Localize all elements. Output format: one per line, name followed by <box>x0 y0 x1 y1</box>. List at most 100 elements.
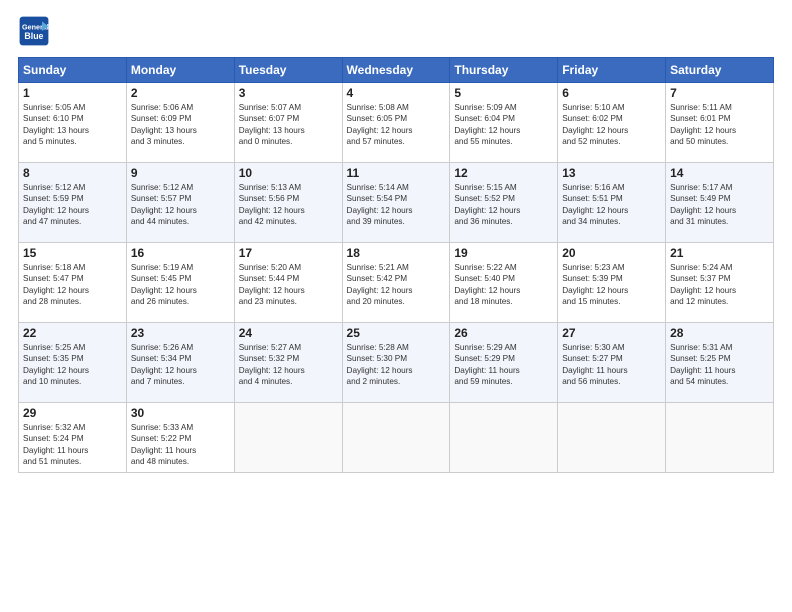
day-number: 15 <box>23 246 122 260</box>
day-cell: 26 Sunrise: 5:29 AM Sunset: 5:29 PM Dayli… <box>450 323 558 403</box>
col-header-friday: Friday <box>558 58 666 83</box>
day-cell: 30 Sunrise: 5:33 AM Sunset: 5:22 PM Dayli… <box>126 403 234 473</box>
day-detail: Sunrise: 5:11 AM Sunset: 6:01 PM Dayligh… <box>670 102 769 148</box>
day-cell: 20 Sunrise: 5:23 AM Sunset: 5:39 PM Dayli… <box>558 243 666 323</box>
week-row-4: 22 Sunrise: 5:25 AM Sunset: 5:35 PM Dayli… <box>19 323 774 403</box>
day-detail: Sunrise: 5:12 AM Sunset: 5:59 PM Dayligh… <box>23 182 122 228</box>
day-number: 20 <box>562 246 661 260</box>
day-cell: 22 Sunrise: 5:25 AM Sunset: 5:35 PM Dayli… <box>19 323 127 403</box>
day-detail: Sunrise: 5:27 AM Sunset: 5:32 PM Dayligh… <box>239 342 338 388</box>
day-number: 2 <box>131 86 230 100</box>
day-cell: 10 Sunrise: 5:13 AM Sunset: 5:56 PM Dayli… <box>234 163 342 243</box>
day-number: 28 <box>670 326 769 340</box>
day-detail: Sunrise: 5:15 AM Sunset: 5:52 PM Dayligh… <box>454 182 553 228</box>
day-detail: Sunrise: 5:12 AM Sunset: 5:57 PM Dayligh… <box>131 182 230 228</box>
day-cell: 28 Sunrise: 5:31 AM Sunset: 5:25 PM Dayli… <box>666 323 774 403</box>
day-number: 4 <box>347 86 446 100</box>
day-number: 22 <box>23 326 122 340</box>
day-cell: 25 Sunrise: 5:28 AM Sunset: 5:30 PM Dayli… <box>342 323 450 403</box>
day-cell: 23 Sunrise: 5:26 AM Sunset: 5:34 PM Dayli… <box>126 323 234 403</box>
day-cell <box>666 403 774 473</box>
day-detail: Sunrise: 5:21 AM Sunset: 5:42 PM Dayligh… <box>347 262 446 308</box>
col-header-monday: Monday <box>126 58 234 83</box>
day-detail: Sunrise: 5:31 AM Sunset: 5:25 PM Dayligh… <box>670 342 769 388</box>
day-cell: 18 Sunrise: 5:21 AM Sunset: 5:42 PM Dayli… <box>342 243 450 323</box>
day-cell: 6Sunrise: 5:10 AM Sunset: 6:02 PM Daylig… <box>558 83 666 163</box>
week-row-3: 15 Sunrise: 5:18 AM Sunset: 5:47 PM Dayli… <box>19 243 774 323</box>
day-cell: 2 Sunrise: 5:06 AM Sunset: 6:09 PM Daylig… <box>126 83 234 163</box>
day-detail: Sunrise: 5:22 AM Sunset: 5:40 PM Dayligh… <box>454 262 553 308</box>
day-number: 3 <box>239 86 338 100</box>
day-detail: Sunrise: 5:07 AM Sunset: 6:07 PM Dayligh… <box>239 102 338 148</box>
col-header-saturday: Saturday <box>666 58 774 83</box>
day-cell: 17 Sunrise: 5:20 AM Sunset: 5:44 PM Dayli… <box>234 243 342 323</box>
day-detail: Sunrise: 5:16 AM Sunset: 5:51 PM Dayligh… <box>562 182 661 228</box>
day-cell: 4 Sunrise: 5:08 AM Sunset: 6:05 PM Daylig… <box>342 83 450 163</box>
day-number: 14 <box>670 166 769 180</box>
logo-icon: General Blue <box>18 15 50 47</box>
day-detail: Sunrise: 5:28 AM Sunset: 5:30 PM Dayligh… <box>347 342 446 388</box>
day-number: 7 <box>670 86 769 100</box>
day-number: 19 <box>454 246 553 260</box>
header-area: General Blue <box>18 15 774 47</box>
day-number: 16 <box>131 246 230 260</box>
day-number: 30 <box>131 406 230 420</box>
day-detail: Sunrise: 5:05 AM Sunset: 6:10 PM Dayligh… <box>23 102 122 148</box>
day-detail: Sunrise: 5:24 AM Sunset: 5:37 PM Dayligh… <box>670 262 769 308</box>
week-row-1: 1 Sunrise: 5:05 AM Sunset: 6:10 PM Daylig… <box>19 83 774 163</box>
day-cell: 12Sunrise: 5:15 AM Sunset: 5:52 PM Dayli… <box>450 163 558 243</box>
day-cell: 5 Sunrise: 5:09 AM Sunset: 6:04 PM Daylig… <box>450 83 558 163</box>
day-detail: Sunrise: 5:06 AM Sunset: 6:09 PM Dayligh… <box>131 102 230 148</box>
day-detail: Sunrise: 5:13 AM Sunset: 5:56 PM Dayligh… <box>239 182 338 228</box>
day-detail: Sunrise: 5:23 AM Sunset: 5:39 PM Dayligh… <box>562 262 661 308</box>
day-number: 29 <box>23 406 122 420</box>
day-cell: 27Sunrise: 5:30 AM Sunset: 5:27 PM Dayli… <box>558 323 666 403</box>
day-detail: Sunrise: 5:18 AM Sunset: 5:47 PM Dayligh… <box>23 262 122 308</box>
day-number: 17 <box>239 246 338 260</box>
day-cell: 21 Sunrise: 5:24 AM Sunset: 5:37 PM Dayli… <box>666 243 774 323</box>
day-cell: 11 Sunrise: 5:14 AM Sunset: 5:54 PM Dayli… <box>342 163 450 243</box>
svg-text:Blue: Blue <box>24 31 43 41</box>
week-row-2: 8 Sunrise: 5:12 AM Sunset: 5:59 PM Daylig… <box>19 163 774 243</box>
day-cell: 16 Sunrise: 5:19 AM Sunset: 5:45 PM Dayli… <box>126 243 234 323</box>
day-number: 13 <box>562 166 661 180</box>
day-number: 21 <box>670 246 769 260</box>
day-detail: Sunrise: 5:14 AM Sunset: 5:54 PM Dayligh… <box>347 182 446 228</box>
day-detail: Sunrise: 5:08 AM Sunset: 6:05 PM Dayligh… <box>347 102 446 148</box>
day-detail: Sunrise: 5:30 AM Sunset: 5:27 PM Dayligh… <box>562 342 661 388</box>
day-detail: Sunrise: 5:33 AM Sunset: 5:22 PM Dayligh… <box>131 422 230 468</box>
day-detail: Sunrise: 5:32 AM Sunset: 5:24 PM Dayligh… <box>23 422 122 468</box>
day-cell: 8 Sunrise: 5:12 AM Sunset: 5:59 PM Daylig… <box>19 163 127 243</box>
week-row-5: 29 Sunrise: 5:32 AM Sunset: 5:24 PM Dayli… <box>19 403 774 473</box>
day-number: 24 <box>239 326 338 340</box>
day-number: 5 <box>454 86 553 100</box>
page: General Blue SundayMondayTuesdayWednesda… <box>0 0 792 483</box>
day-cell: 13 Sunrise: 5:16 AM Sunset: 5:51 PM Dayli… <box>558 163 666 243</box>
day-number: 10 <box>239 166 338 180</box>
calendar-table: SundayMondayTuesdayWednesdayThursdayFrid… <box>18 57 774 473</box>
day-number: 11 <box>347 166 446 180</box>
col-header-wednesday: Wednesday <box>342 58 450 83</box>
day-detail: Sunrise: 5:19 AM Sunset: 5:45 PM Dayligh… <box>131 262 230 308</box>
day-number: 18 <box>347 246 446 260</box>
day-detail: Sunrise: 5:26 AM Sunset: 5:34 PM Dayligh… <box>131 342 230 388</box>
day-detail: Sunrise: 5:25 AM Sunset: 5:35 PM Dayligh… <box>23 342 122 388</box>
day-number: 1 <box>23 86 122 100</box>
day-number: 26 <box>454 326 553 340</box>
header-row: SundayMondayTuesdayWednesdayThursdayFrid… <box>19 58 774 83</box>
day-number: 23 <box>131 326 230 340</box>
day-detail: Sunrise: 5:10 AM Sunset: 6:02 PM Dayligh… <box>562 102 661 148</box>
day-number: 8 <box>23 166 122 180</box>
day-cell <box>450 403 558 473</box>
day-cell: 9Sunrise: 5:12 AM Sunset: 5:57 PM Daylig… <box>126 163 234 243</box>
day-cell: 14Sunrise: 5:17 AM Sunset: 5:49 PM Dayli… <box>666 163 774 243</box>
day-number: 25 <box>347 326 446 340</box>
day-detail: Sunrise: 5:29 AM Sunset: 5:29 PM Dayligh… <box>454 342 553 388</box>
logo: General Blue <box>18 15 54 47</box>
day-cell: 19 Sunrise: 5:22 AM Sunset: 5:40 PM Dayli… <box>450 243 558 323</box>
day-detail: Sunrise: 5:20 AM Sunset: 5:44 PM Dayligh… <box>239 262 338 308</box>
day-cell: 1 Sunrise: 5:05 AM Sunset: 6:10 PM Daylig… <box>19 83 127 163</box>
day-cell <box>342 403 450 473</box>
col-header-sunday: Sunday <box>19 58 127 83</box>
day-detail: Sunrise: 5:09 AM Sunset: 6:04 PM Dayligh… <box>454 102 553 148</box>
